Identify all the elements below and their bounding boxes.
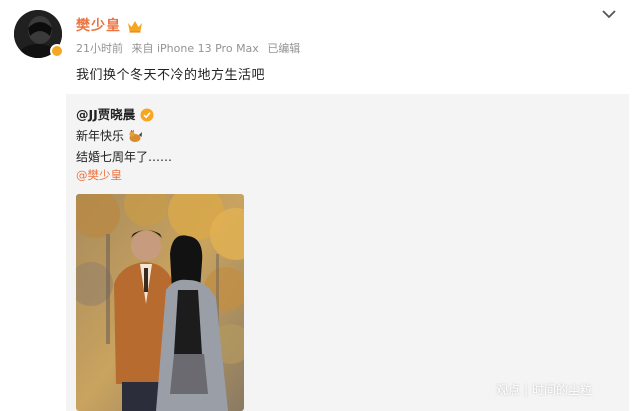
crown-icon: [127, 18, 143, 33]
weibo-post: 樊少皇 21小时前 来自 iPhone 13 Pro Max 已编辑 我们换个冬…: [0, 0, 641, 411]
rooster-icon: [127, 129, 143, 143]
couple-photo[interactable]: [76, 194, 244, 411]
watermark-right: 时间的尘粒: [532, 383, 593, 397]
post-source: 来自 iPhone 13 Pro Max: [131, 42, 259, 55]
repost-author-name[interactable]: @JJ贾晓晨: [76, 104, 135, 123]
mention-link[interactable]: @樊少皇: [76, 167, 122, 183]
repost-card[interactable]: @JJ贾晓晨 新年快乐 结婚七周年了…… @樊少皇: [66, 94, 629, 411]
chevron-down-icon[interactable]: [600, 8, 618, 20]
verified-icon: [140, 107, 154, 121]
author-name[interactable]: 樊少皇: [76, 15, 121, 35]
post-time[interactable]: 21小时前: [76, 42, 123, 55]
watermark-left: 观点: [496, 383, 521, 397]
post-text: 我们换个冬天不冷的地方生活吧: [76, 68, 266, 83]
author-row: 樊少皇: [76, 14, 143, 36]
watermark: 观点 | 时间的尘粒: [496, 383, 593, 397]
avatar-badge: [50, 44, 64, 58]
repost-line-1: 新年快乐: [76, 127, 143, 144]
post-meta: 21小时前 来自 iPhone 13 Pro Max 已编辑: [76, 40, 305, 56]
edited-label[interactable]: 已编辑: [267, 42, 300, 55]
repost-author-row: @JJ贾晓晨: [76, 104, 154, 123]
repost-greeting: 新年快乐: [76, 129, 125, 143]
repost-line-2: 结婚七周年了……: [76, 150, 173, 164]
